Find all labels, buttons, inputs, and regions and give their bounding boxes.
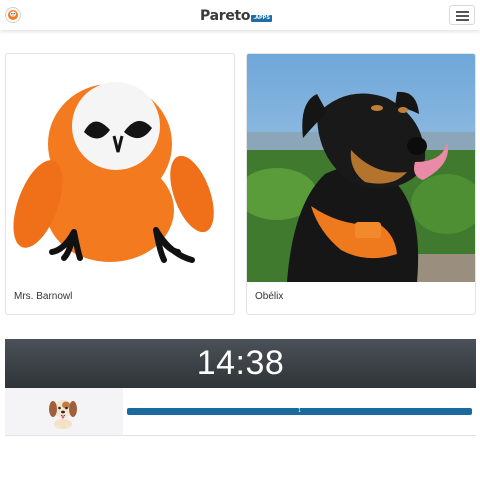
brand-name: Pareto <box>200 8 251 24</box>
owl-toy-image <box>6 54 234 282</box>
brand-logo[interactable]: Pareto .APPS <box>200 5 272 25</box>
hamburger-menu-button[interactable] <box>449 5 475 25</box>
puppy-icon <box>49 400 77 429</box>
countdown-timer-bar: 14:38 <box>5 339 476 388</box>
avatar <box>5 388 123 435</box>
progress-bar: 1 <box>127 408 472 415</box>
progress-bar-fill: 1 <box>127 408 472 415</box>
timer-display: 14:38 <box>196 344 285 382</box>
hamburger-line-icon <box>456 15 469 17</box>
dog-photo-image <box>247 54 475 282</box>
hamburger-line-icon <box>456 11 469 13</box>
pet-card-label: Mrs. Barnowl <box>14 291 73 302</box>
app-logo-icon[interactable] <box>5 7 21 23</box>
pet-card-label: Obélix <box>255 291 284 302</box>
pet-card-obelix[interactable]: Obélix <box>246 53 476 315</box>
brand-badge: .APPS <box>251 15 272 22</box>
pet-card-mrs-barnowl[interactable]: Mrs. Barnowl <box>5 53 235 315</box>
hamburger-line-icon <box>456 19 469 21</box>
table-row: 1 <box>5 388 476 436</box>
top-navbar: Pareto .APPS <box>0 0 480 30</box>
